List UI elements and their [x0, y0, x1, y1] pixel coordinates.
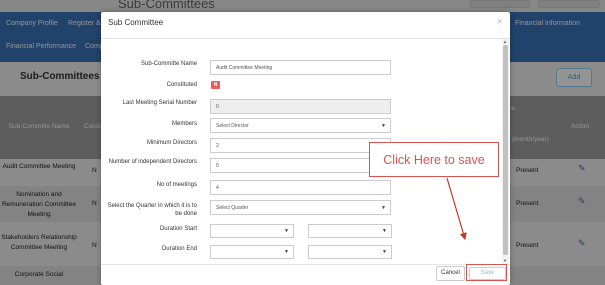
- annotation-arrow: [446, 177, 467, 241]
